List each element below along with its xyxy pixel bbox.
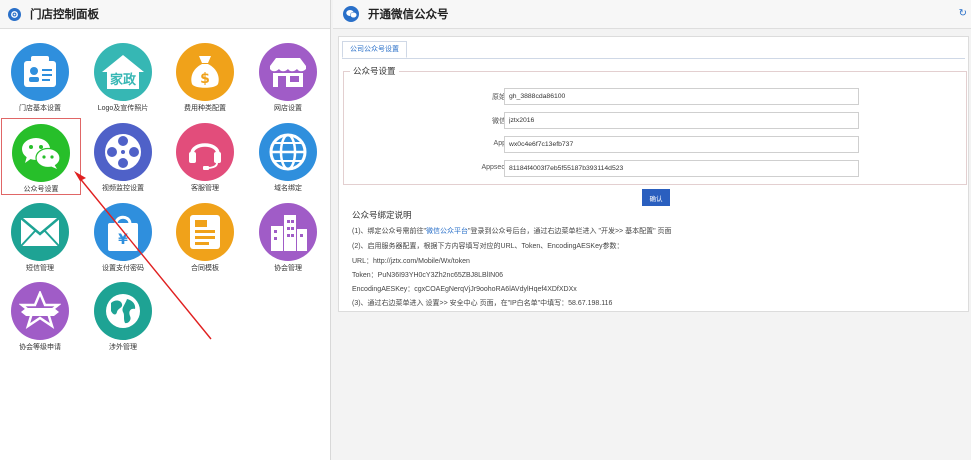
tile-fee-types[interactable]: $ 费用种类配置 [165,43,245,112]
tile-video-monitoring[interactable]: 视频监控设置 [83,123,163,192]
tile-label: 公众号设置 [23,186,59,193]
instruction-line-1: (1)、绑定公众号需前往"微信公众平台"登录到公众号后台，通过右边菜单栏进入 "… [352,226,672,236]
fieldset-legend: 公众号设置 [353,66,396,76]
star-badge-icon [11,282,69,340]
wechat-setup-panel: 开通微信公众号 ↻ 公司公众号设置 公众号设置 原始ID 微信号 AppID A… [333,0,971,460]
tile-label: 费用种类配置 [184,105,226,112]
field-row-appsecret: Appsecret [344,160,966,177]
tile-badge: 家政 [110,72,137,88]
earth-icon [94,282,152,340]
buildings-icon [259,203,317,261]
tile-label: 客服管理 [191,185,219,192]
tile-badge: $ [200,71,210,87]
instruction-line-3: (3)、通过右边菜单进入 设置>> 安全中心 页面，在"IP白名单"中填写：58… [352,300,613,307]
instruction-token: Token：PuN36I93YH0cY3Zh2nc65ZBJ8LBlIN06 [352,272,503,279]
refresh-icon[interactable]: ↻ [959,8,967,19]
settings-icon [8,7,21,21]
tile-label: 域名绑定 [274,185,302,192]
field-row-appid: AppID [344,136,966,153]
wechat-icon [343,6,359,22]
left-panel-header: 门店控制面板 [0,0,330,29]
instruction-text: (1)、绑定公众号需前往" [352,228,427,235]
tile-association-level-apply[interactable]: 协会等级申请 [0,282,80,351]
tile-store-basic-settings[interactable]: 门店基本设置 [0,43,80,112]
tile-domain-binding[interactable]: 域名绑定 [248,123,328,192]
tile-label: 设置支付密码 [102,265,144,272]
tile-label: 合同模板 [191,265,219,272]
envelope-icon [11,203,69,261]
shopping-bag-icon: ¥ [94,203,152,261]
tile-contract-template[interactable]: 合同模板 [165,203,245,272]
id-card-icon [11,43,69,101]
appid-input[interactable] [504,136,859,153]
wechat-platform-link[interactable]: 微信公众平台 [426,228,468,235]
tile-label: 网店设置 [274,105,302,112]
tab-company-wechat-settings[interactable]: 公司公众号设置 [342,41,407,58]
tile-label: 门店基本设置 [19,105,61,112]
globe-icon [259,123,317,181]
tile-badge: ¥ [118,232,128,248]
tab-divider [342,58,965,59]
wechat-id-input[interactable] [504,112,859,129]
document-icon [176,203,234,261]
tile-online-store[interactable]: 网店设置 [248,43,328,112]
tile-label: 视频监控设置 [102,185,144,192]
tile-label: 协会等级申请 [19,344,61,351]
tile-association-management[interactable]: 协会管理 [248,203,328,272]
settings-card: 公司公众号设置 公众号设置 原始ID 微信号 AppID Appsecret 确… [338,36,969,312]
tile-wechat-account-settings[interactable]: 公众号设置 [1,118,81,195]
headset-icon [176,123,234,181]
film-reel-icon [94,123,152,181]
store-control-panel: 门店控制面板 门店基本设置 家政 Logo及宣传照片 $ 费用种类配置 网店设置… [0,0,331,460]
tile-logo-photos[interactable]: 家政 Logo及宣传照片 [83,43,163,112]
appsecret-input[interactable] [504,160,859,177]
tile-sms-management[interactable]: 短信管理 [0,203,80,272]
instructions-title: 公众号绑定说明 [352,210,412,220]
instruction-text: "登录到公众号后台，通过右边菜单栏进入 "开发>> 基本配置" 页面 [468,228,672,235]
instruction-url: URL：http://jztx.com/Mobile/Wx/token [352,258,470,265]
store-icon [259,43,317,101]
tile-foreign-affairs[interactable]: 涉外管理 [83,282,163,351]
instruction-line-2: (2)、启用服务器配置，根据下方内容填写对应的URL、Token、Encodin… [352,243,624,250]
left-panel-title: 门店控制面板 [30,9,99,21]
field-row-wechat-id: 微信号 [344,112,966,129]
original-id-input[interactable] [504,88,859,105]
right-panel-title: 开通微信公众号 [368,9,449,21]
tile-customer-service[interactable]: 客服管理 [165,123,245,192]
wechat-settings-fieldset: 公众号设置 原始ID 微信号 AppID Appsecret [343,65,967,185]
wechat-icon [12,124,70,182]
tile-label: 短信管理 [26,265,54,272]
house-icon: 家政 [94,43,152,101]
tile-label: Logo及宣传照片 [97,105,149,112]
money-bag-icon: $ [176,43,234,101]
tile-label: 协会管理 [274,265,302,272]
field-row-original-id: 原始ID [344,88,966,105]
tile-payment-password[interactable]: ¥ 设置支付密码 [83,203,163,272]
tile-label: 涉外管理 [109,344,137,351]
instruction-aeskey: EncodingAESKey：cgxCOAEgNerqVjJr9oohoRA6l… [352,286,577,293]
right-panel-header: 开通微信公众号 [333,0,971,29]
confirm-button[interactable]: 确认 [642,189,670,206]
